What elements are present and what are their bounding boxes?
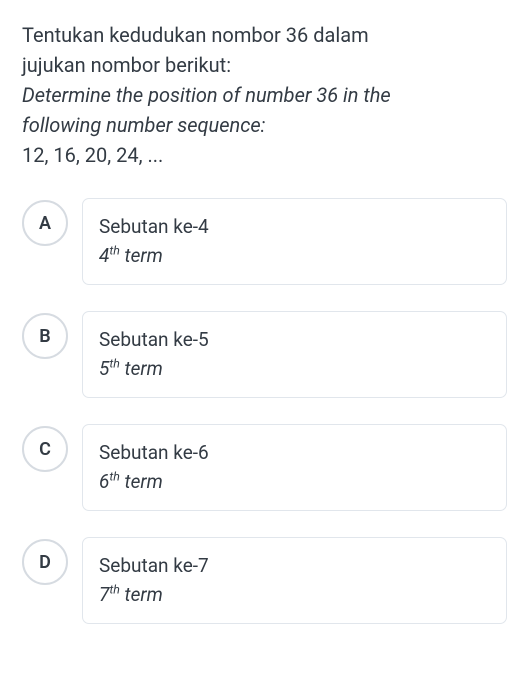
option-box: Sebutan ke-4 4th term — [82, 198, 507, 285]
option-primary: Sebutan ke-7 — [99, 552, 490, 581]
option-ordinal: 7 — [99, 583, 109, 606]
option-ordinal: 4 — [99, 244, 109, 267]
option-letter-text: D — [39, 552, 51, 573]
option-ordinal: 6 — [99, 470, 109, 493]
question-line-1: Tentukan kedudukan nombor 36 dalam — [22, 23, 369, 47]
option-primary: Sebutan ke-6 — [99, 439, 490, 468]
option-sub-after: term — [120, 583, 163, 606]
question-block: Tentukan kedudukan nombor 36 dalam jujuk… — [22, 20, 507, 170]
option-box: Sebutan ke-6 6th term — [82, 424, 507, 511]
option-letter-text: C — [39, 439, 51, 460]
option-letter: A — [22, 200, 68, 246]
option-sub: 4th term — [99, 242, 490, 271]
option-sub-after: term — [120, 470, 163, 493]
option-letter: C — [22, 426, 68, 472]
option-letter-text: B — [39, 326, 50, 347]
option-letter-text: A — [39, 213, 51, 234]
option-box: Sebutan ke-5 5th term — [82, 311, 507, 398]
question-translation-line-1: Determine the position of number 36 in t… — [22, 83, 391, 107]
option-ordinal: 5 — [99, 357, 109, 380]
option-b[interactable]: B Sebutan ke-5 5th term — [22, 311, 507, 398]
option-sub: 5th term — [99, 355, 490, 384]
option-box: Sebutan ke-7 7th term — [82, 537, 507, 624]
option-suffix: th — [109, 470, 120, 484]
option-letter: D — [22, 539, 68, 585]
option-suffix: th — [109, 244, 120, 258]
option-sub: 6th term — [99, 468, 490, 497]
option-d[interactable]: D Sebutan ke-7 7th term — [22, 537, 507, 624]
option-letter: B — [22, 313, 68, 359]
option-sub: 7th term — [99, 581, 490, 610]
question-translation-line-2: following number sequence: — [22, 113, 265, 137]
option-suffix: th — [109, 357, 120, 371]
options-container: A Sebutan ke-4 4th term B Sebutan ke-5 5… — [22, 198, 507, 624]
option-primary: Sebutan ke-4 — [99, 213, 490, 242]
option-a[interactable]: A Sebutan ke-4 4th term — [22, 198, 507, 285]
question-sequence: 12, 16, 20, 24, ... — [22, 143, 163, 167]
option-sub-after: term — [120, 357, 163, 380]
option-c[interactable]: C Sebutan ke-6 6th term — [22, 424, 507, 511]
question-line-2: jujukan nombor berikut: — [22, 53, 231, 77]
option-suffix: th — [109, 583, 120, 597]
option-primary: Sebutan ke-5 — [99, 326, 490, 355]
option-sub-after: term — [120, 244, 163, 267]
